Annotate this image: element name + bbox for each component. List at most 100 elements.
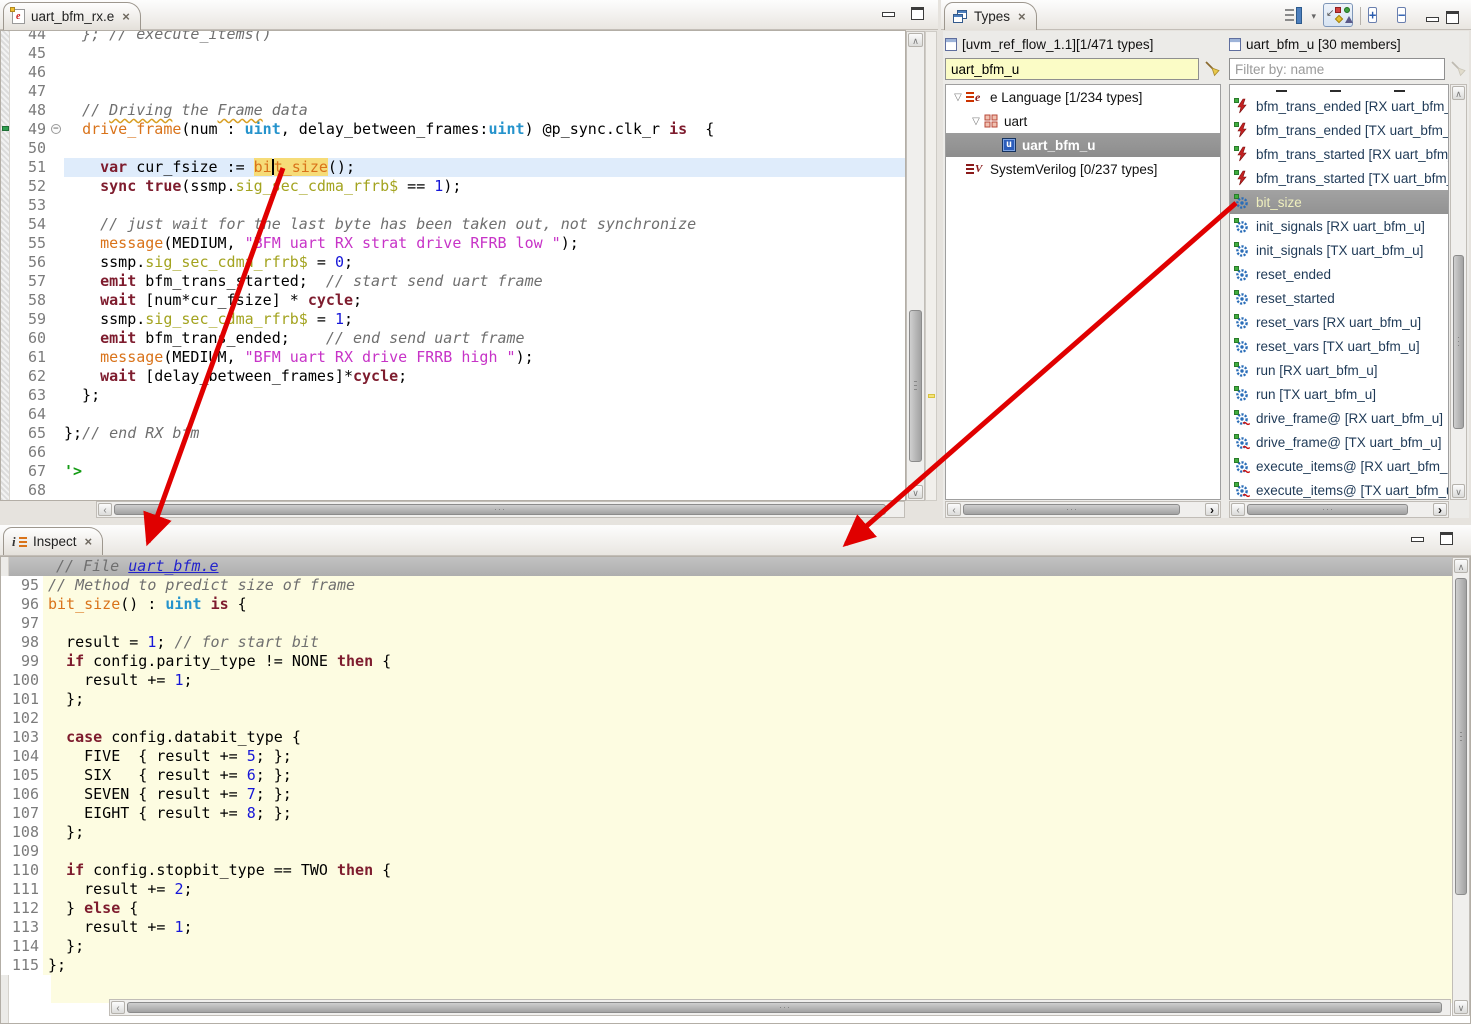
scroll-up-arrow[interactable]: ∧ (908, 33, 923, 47)
code-line: 115}; (1, 956, 1452, 975)
file-link[interactable]: uart_bfm.e (128, 557, 218, 575)
code-line: 106 SEVEN { result += 7; }; (1, 785, 1452, 804)
scroll-right-arrow[interactable]: › (1205, 503, 1219, 516)
code-editor[interactable]: 44 }; // execute_items()45464748 // Driv… (0, 30, 906, 501)
members-list[interactable]: bfm_trans_ended [RX uart_bfm_u]bfm_trans… (1229, 84, 1449, 500)
member-row[interactable]: init_signals [TX uart_bfm_u] (1230, 238, 1448, 262)
member-row[interactable]: bfm_trans_started [TX uart_bfm_u] (1230, 166, 1448, 190)
scrollbar-thumb[interactable] (114, 504, 886, 515)
scroll-left-arrow[interactable]: ‹ (947, 503, 961, 516)
collapse-all-icon[interactable]: − (1397, 6, 1419, 26)
maximize-icon[interactable] (1446, 11, 1459, 24)
expand-arrow-icon[interactable]: ▽ (950, 92, 966, 103)
scroll-down-arrow[interactable]: ∨ (1452, 484, 1465, 498)
editor-vertical-scrollbar[interactable]: ∧ ∨ (906, 31, 925, 501)
tree-item-systemverilog[interactable]: VSystemVerilog [0/237 types] (946, 157, 1220, 181)
member-row[interactable]: drive_frame@ [RX uart_bfm_u] (1230, 406, 1448, 430)
line-number: 95 (1, 576, 43, 595)
member-row[interactable]: reset_vars [TX uart_bfm_u] (1230, 334, 1448, 358)
tab-inspect[interactable]: i Inspect × (3, 527, 103, 555)
sort-filter-icon[interactable] (1284, 6, 1304, 26)
member-row[interactable]: execute_items@ [RX uart_bfm_u] (1230, 454, 1448, 478)
member-row[interactable]: bit_size (1230, 190, 1448, 214)
overview-ruler[interactable] (925, 31, 937, 501)
types-scope-header: [uvm_ref_flow_1.1][1/471 types] (945, 34, 1221, 54)
line-number: 105 (1, 766, 43, 785)
minimize-icon[interactable] (1411, 537, 1424, 542)
code-line: 108 }; (1, 823, 1452, 842)
line-number: 63 (10, 386, 50, 405)
maximize-icon[interactable] (1440, 532, 1453, 545)
line-number: 48 (10, 101, 50, 120)
line-number: 114 (1, 937, 43, 956)
code-line: 66 (10, 443, 905, 462)
minimize-icon[interactable] (1426, 17, 1439, 22)
tree-item-uart[interactable]: ▽uart (946, 109, 1220, 133)
occurrence-marker[interactable] (928, 394, 935, 398)
code-line: 110 if config.stopbit_type == TWO then { (1, 861, 1452, 880)
inspect-vertical-scrollbar[interactable]: ∧ ∨ (1452, 557, 1470, 1016)
code-line: 103 case config.databit_type { (1, 728, 1452, 747)
line-number: 67 (10, 462, 50, 481)
member-row[interactable]: init_signals [RX uart_bfm_u] (1230, 214, 1448, 238)
close-icon[interactable]: × (85, 534, 93, 549)
scroll-left-arrow[interactable]: ‹ (1231, 503, 1245, 516)
editor-horizontal-scrollbar[interactable]: ‹ (96, 501, 905, 518)
grouping-icon[interactable]: ↙ (1323, 3, 1353, 27)
member-filter-input[interactable] (1229, 58, 1445, 80)
fold-collapse-icon[interactable]: − (51, 124, 61, 134)
tree-item-uart_bfm_u[interactable]: uuart_bfm_u (946, 133, 1220, 157)
expand-all-icon[interactable]: + (1368, 6, 1390, 26)
event-lightning-icon (1234, 146, 1250, 162)
minimize-icon[interactable] (882, 12, 895, 17)
inspect-horizontal-scrollbar[interactable]: ‹ (109, 999, 1451, 1016)
editor-tabbar: e uart_bfm_rx.e × (0, 0, 938, 30)
code-line: 54 // just wait for the last byte has be… (10, 215, 905, 234)
scroll-down-arrow[interactable]: ∨ (908, 485, 923, 499)
type-filter-input[interactable] (945, 58, 1199, 80)
member-row[interactable]: bfm_trans_ended [TX uart_bfm_u] (1230, 118, 1448, 142)
close-icon[interactable]: × (1018, 9, 1026, 24)
member-row[interactable]: reset_vars [RX uart_bfm_u] (1230, 310, 1448, 334)
members-vertical-scrollbar[interactable]: ∧ ∨ (1450, 84, 1467, 500)
member-label: run [RX uart_bfm_u] (1256, 363, 1378, 378)
line-number: 47 (10, 82, 50, 101)
method-gear-icon (1234, 290, 1250, 306)
scroll-up-arrow[interactable]: ∧ (1452, 86, 1465, 100)
dropdown-chevron-icon[interactable]: ▾ (1311, 11, 1316, 22)
tab-types[interactable]: Types × (944, 2, 1037, 30)
method-gear-icon (1234, 242, 1250, 258)
scroll-left-arrow[interactable]: ‹ (98, 503, 112, 516)
member-label: reset_vars [RX uart_bfm_u] (1256, 315, 1421, 330)
code-line: 96bit_size() : uint is { (1, 595, 1452, 614)
member-row[interactable]: reset_ended (1230, 262, 1448, 286)
close-icon[interactable]: × (122, 9, 130, 24)
tree-item-e[interactable]: ▽ee Language [1/234 types] (946, 85, 1220, 109)
member-row[interactable]: bfm_trans_started [RX uart_bfm_u] (1230, 142, 1448, 166)
scroll-right-arrow[interactable]: › (1433, 503, 1447, 516)
line-number: 113 (1, 918, 43, 937)
member-row[interactable]: bfm_trans_ended [RX uart_bfm_u] (1230, 94, 1448, 118)
members-horizontal-scrollbar[interactable]: ‹ › (1229, 501, 1449, 518)
code-line: 95// Method to predict size of frame (1, 576, 1452, 595)
tab-uart-bfm-rx[interactable]: e uart_bfm_rx.e × (3, 2, 141, 30)
code-line: 112 } else { (1, 899, 1452, 918)
clear-filter-broom-icon[interactable] (1449, 60, 1467, 78)
clear-filter-broom-icon[interactable] (1203, 60, 1221, 78)
member-row[interactable]: run [TX uart_bfm_u] (1230, 382, 1448, 406)
inspect-view[interactable]: // File uart_bfm.e 95// Method to predic… (0, 556, 1471, 1024)
member-row[interactable]: reset_started (1230, 286, 1448, 310)
scrollbar-thumb[interactable] (909, 310, 922, 462)
member-row[interactable]: run [RX uart_bfm_u] (1230, 358, 1448, 382)
member-row[interactable]: drive_frame@ [TX uart_bfm_u] (1230, 430, 1448, 454)
types-tree[interactable]: ▽ee Language [1/234 types]▽uartuuart_bfm… (945, 84, 1221, 500)
scroll-down-arrow[interactable]: ∨ (1454, 1000, 1468, 1014)
scroll-left-arrow[interactable]: ‹ (111, 1001, 125, 1014)
scroll-up-arrow[interactable]: ∧ (1454, 559, 1468, 573)
member-row-partially-scrolled[interactable] (1230, 85, 1448, 94)
maximize-icon[interactable] (911, 7, 924, 20)
member-row[interactable]: execute_items@ [TX uart_bfm_u] (1230, 478, 1448, 500)
tree-horizontal-scrollbar[interactable]: ‹ › (945, 501, 1221, 518)
line-number: 64 (10, 405, 50, 424)
expand-arrow-icon[interactable]: ▽ (968, 116, 984, 127)
